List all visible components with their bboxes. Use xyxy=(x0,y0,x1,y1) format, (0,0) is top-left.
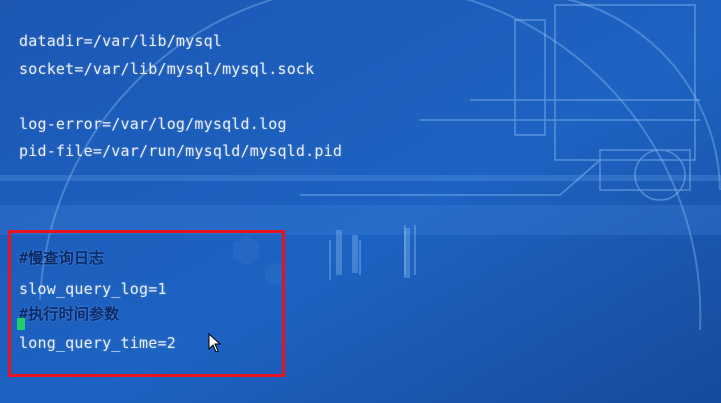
config-line-log-error: log-error=/var/log/mysqld.log xyxy=(19,115,287,133)
config-line-datadir: datadir=/var/lib/mysql xyxy=(19,32,223,50)
mouse-pointer-icon xyxy=(208,333,222,353)
config-line-slow-query-log: slow_query_log=1 xyxy=(19,280,167,298)
terminal-config-view: datadir=/var/lib/mysql socket=/var/lib/m… xyxy=(0,0,721,403)
config-line-socket: socket=/var/lib/mysql/mysql.sock xyxy=(19,60,315,78)
config-line-long-query-time: long_query_time=2 xyxy=(19,334,176,352)
comment-slow-query-log: #慢查询日志 xyxy=(19,249,105,267)
comment-execution-time: #执行时间参数 xyxy=(19,305,120,323)
terminal-cursor xyxy=(17,318,25,330)
config-line-pid-file: pid-file=/var/run/mysqld/mysqld.pid xyxy=(19,142,343,160)
